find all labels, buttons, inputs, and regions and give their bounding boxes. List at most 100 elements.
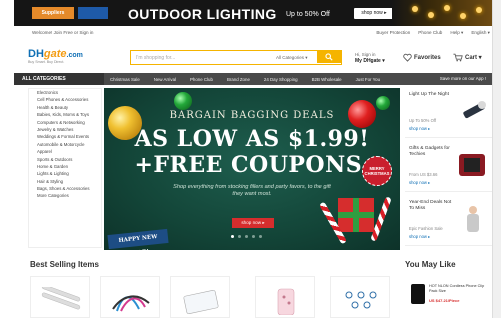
favorites-button[interactable]: Favorites — [403, 53, 441, 62]
sidebar-item-hair[interactable]: Hair & Styling — [29, 178, 101, 185]
christmas-badge: MERRY CHRISTMAS — [362, 156, 392, 186]
all-categories-menu[interactable]: ALL CATEGORIES — [14, 73, 104, 85]
cart-icon — [453, 53, 463, 62]
promo-gifts-gadgets[interactable]: Gifts & Gadgets for Techies From US $3.6… — [405, 142, 493, 192]
sidebar-item-lighting[interactable]: Lights & Lighting — [29, 170, 101, 177]
suppliers-badge[interactable]: Suppliers — [32, 7, 74, 19]
hero-coupon-line: +FREE COUPONS. — [134, 152, 370, 178]
logo-tagline: Buy Smart. Buy Direct. — [28, 60, 65, 64]
promo-title: Light Up The Night — [409, 92, 449, 97]
green-ornament-image — [174, 92, 192, 110]
gift-box-image — [338, 198, 374, 232]
search-input[interactable]: I'm shopping for... — [136, 55, 175, 61]
nav-brand-zone[interactable]: Brand Zone — [227, 77, 250, 82]
nav-phone-club[interactable]: Phone Club — [190, 77, 213, 82]
you-may-like-title: You May Like — [405, 260, 456, 269]
logo-suffix: .com — [66, 52, 83, 59]
cart-label: Cart ▾ — [465, 55, 482, 61]
fashion-model-image — [467, 206, 479, 232]
account-menu[interactable]: Hi, Sign in My DHgate ▾ — [355, 52, 385, 64]
promo-sub: Up To 50% Off — [409, 118, 437, 123]
product-card[interactable] — [330, 276, 390, 318]
sidebar-item-bags-shoes[interactable]: Bags, Shoes & Accessories — [29, 185, 101, 192]
dhgate-logo[interactable]: DHgate.com Buy Smart. Buy Direct. — [28, 48, 83, 64]
recommended-item-title: HOT NLON Cordless Phone Clip Pack Size — [429, 284, 485, 293]
gadget-image — [459, 154, 485, 176]
product-image-screen-protector — [183, 289, 219, 315]
welcome-text[interactable]: Welcome! Join Free or Sign in — [32, 30, 93, 35]
carousel-dot[interactable] — [259, 235, 262, 238]
category-nav-links: Christmas Sale New Arrival Phone Club Br… — [110, 73, 394, 85]
string-lights-image — [392, 0, 492, 26]
logo-main: DH — [28, 48, 44, 60]
search-icon — [325, 53, 333, 61]
carousel-dots — [231, 235, 262, 238]
favorites-label: Favorites — [414, 54, 441, 61]
nav-christmas-sale[interactable]: Christmas Sale — [110, 77, 140, 82]
best-selling-title: Best Selling Items — [30, 260, 99, 269]
sidebar-item-cell-phones[interactable]: Cell Phones & Accessories — [29, 96, 101, 103]
sidebar-item-electronics[interactable]: Electronics — [29, 89, 101, 96]
sidebar-item-health-beauty[interactable]: Health & Beauty — [29, 104, 101, 111]
nav-new-arrival[interactable]: New Arrival — [154, 77, 176, 82]
promo-year-end-deals[interactable]: Year-End Deals Not To Miss Epic Fashion … — [405, 196, 493, 246]
product-card[interactable] — [30, 276, 90, 318]
hero-subtext: Shop everything from stocking fillers an… — [173, 184, 331, 198]
recommended-item-price: US $47.21/Piece — [429, 298, 460, 303]
carousel-dot[interactable] — [245, 235, 248, 238]
buyer-protection-link[interactable]: Buyer Protection — [376, 30, 410, 36]
promo-title: Gifts & Gadgets for Techies — [409, 146, 450, 157]
sidebar-item-more[interactable]: More Categories — [29, 192, 101, 199]
promo-title: Year-End Deals Not To Miss — [409, 200, 452, 211]
page: Suppliers OUTDOOR LIGHTING Up to 50% Off… — [0, 0, 501, 318]
promo-link[interactable]: shop now ▸ — [409, 126, 430, 131]
phone-club-link[interactable]: Phone Club — [418, 30, 442, 36]
promo-sub: From US $3.66 — [409, 172, 438, 177]
app-promo-link[interactable]: Save more on our App ! — [440, 73, 486, 85]
language-selector[interactable]: English ▾ — [471, 30, 490, 36]
sidebar-item-babies-kids[interactable]: Babies, Kids, Moms & Toys — [29, 111, 101, 118]
utility-links: Buyer Protection Phone Club Help ▾ Engli… — [376, 30, 490, 36]
product-card[interactable] — [255, 276, 315, 318]
sidebar-item-jewelry[interactable]: Jewelry & Watches — [29, 126, 101, 133]
carousel-dot[interactable] — [231, 235, 234, 238]
sidebar-item-weddings[interactable]: Weddings & Formal Events — [29, 133, 101, 140]
utility-bar: Welcome! Join Free or Sign in Buyer Prot… — [14, 28, 492, 37]
recommended-item-image — [411, 284, 425, 304]
sidebar-item-apparel[interactable]: Apparel — [29, 148, 101, 155]
recommended-item[interactable]: HOT NLON Cordless Phone Clip Pack Size U… — [405, 276, 493, 318]
top-promo-banner[interactable]: Suppliers OUTDOOR LIGHTING Up to 50% Off… — [14, 0, 492, 26]
search-category-select[interactable]: All Categories ▾ — [276, 55, 308, 61]
banner-discount: Up to 50% Off — [286, 11, 330, 18]
banner-shop-now-button[interactable]: shop now ▸ — [354, 8, 394, 19]
product-card[interactable] — [100, 276, 160, 318]
hero-price-line: AS LOW AS $1.99! — [134, 126, 370, 152]
promo-link[interactable]: shop now ▸ — [409, 180, 430, 185]
product-image-earphones — [345, 291, 377, 309]
sidebar-item-computers[interactable]: Computers & Networking — [29, 119, 101, 126]
hero-banner[interactable]: BARGAIN BAGGING DEALS AS LOW AS $1.99! +… — [104, 88, 400, 250]
help-link[interactable]: Help ▾ — [450, 30, 463, 36]
nav-b2b-wholesale[interactable]: B2B Wholesale — [312, 77, 342, 82]
promo-light-up[interactable]: Light Up The Night Up To 50% Off shop no… — [405, 88, 493, 138]
nav-just-for-you[interactable]: Just For You — [356, 77, 380, 82]
carousel-dot[interactable] — [238, 235, 241, 238]
green-ornament-image — [376, 96, 390, 110]
product-image-phone-case — [277, 288, 295, 315]
cart-button[interactable]: Cart ▾ — [453, 53, 482, 62]
product-image-light-tubes — [41, 287, 81, 310]
new-year-badge: HAPPY NEW YEAR! — [107, 228, 169, 250]
page-scrollbar[interactable] — [492, 0, 501, 318]
sidebar-item-sports[interactable]: Sports & Outdoors — [29, 156, 101, 163]
nav-24-day-shopping[interactable]: 24 Day Shopping — [264, 77, 298, 82]
hero-heading: BARGAIN BAGGING DEALS — [169, 110, 335, 121]
banner-title: OUTDOOR LIGHTING — [128, 6, 277, 22]
carousel-dot[interactable] — [252, 235, 255, 238]
product-card[interactable] — [170, 276, 230, 318]
promo-link[interactable]: shop now ▸ — [409, 234, 430, 239]
sidebar-item-automobile[interactable]: Automobile & Motorcycle — [29, 141, 101, 148]
sidebar-item-home-garden[interactable]: Home & Garden — [29, 163, 101, 170]
search-button[interactable] — [317, 51, 341, 63]
logo-gate: gate — [43, 48, 67, 60]
hero-shop-now-button[interactable]: shop now ▸ — [232, 218, 274, 228]
